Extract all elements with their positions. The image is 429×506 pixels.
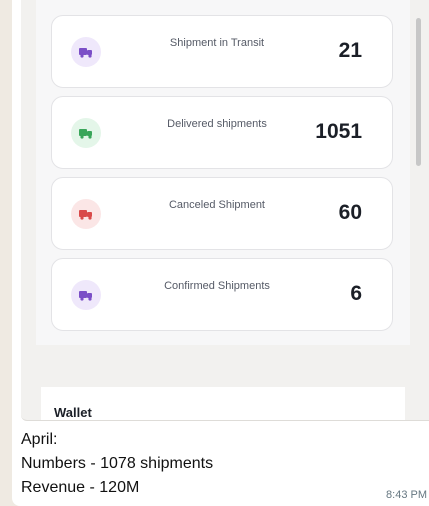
message-line: Revenue - 120M: [21, 479, 140, 496]
stat-label: Delivered shipments: [167, 118, 267, 130]
stat-label: Canceled Shipment: [168, 199, 265, 211]
stat-count: 1051: [315, 120, 362, 143]
truck-icon: [71, 199, 101, 229]
wallet-title: Wallet: [54, 405, 92, 420]
stat-card-confirmed: Confirmed Shipments 6: [51, 258, 393, 331]
message-bubble: Shipment in Transit 21 Delivered shipmen…: [12, 0, 429, 506]
scrollbar[interactable]: [416, 18, 421, 166]
stat-label: Confirmed Shipments: [164, 280, 270, 292]
message-text: April: Numbers - 1078 shipments Revenue …: [21, 428, 421, 500]
stat-card-delivered: Delivered shipments 1051: [51, 96, 393, 169]
attached-image[interactable]: Shipment in Transit 21 Delivered shipmen…: [21, 0, 429, 421]
message-line: Numbers - 1078 shipments: [21, 455, 214, 472]
truck-icon: [71, 118, 101, 148]
stat-card-in-transit: Shipment in Transit 21: [51, 15, 393, 88]
stat-count: 6: [350, 282, 362, 305]
wallet-card: Wallet: [41, 387, 405, 420]
truck-icon: [71, 37, 101, 67]
stat-count: 60: [338, 201, 362, 224]
stat-card-canceled: Canceled Shipment 60: [51, 177, 393, 250]
message-timestamp: 8:43 PM: [386, 489, 427, 501]
message-line: April:: [21, 431, 58, 448]
stat-count: 21: [338, 39, 362, 62]
stat-label: Shipment in Transit: [169, 37, 265, 49]
truck-icon: [71, 280, 101, 310]
